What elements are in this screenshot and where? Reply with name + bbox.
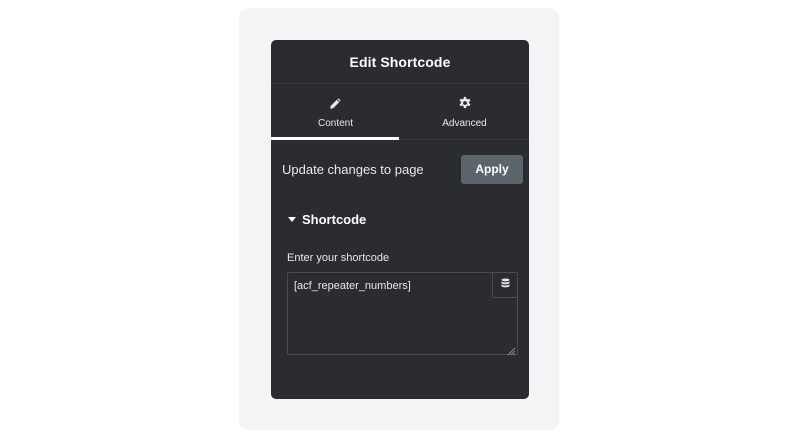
tab-advanced[interactable]: Advanced <box>400 84 529 139</box>
editor-panel: Edit Shortcode Content Advanced Update c… <box>271 40 529 399</box>
pencil-icon <box>328 95 344 111</box>
caret-down-icon <box>288 216 296 222</box>
tab-content[interactable]: Content <box>271 84 400 139</box>
apply-row: Update changes to page Apply <box>271 140 529 198</box>
shortcode-value[interactable]: [acf_repeater_numbers] <box>294 280 411 292</box>
shortcode-field-label: Enter your shortcode <box>287 252 390 264</box>
resize-handle[interactable] <box>506 343 516 356</box>
section-title: Shortcode <box>302 211 367 227</box>
panel-title: Edit Shortcode <box>349 53 451 70</box>
gear-icon <box>457 95 473 111</box>
tab-advanced-label: Advanced <box>442 118 487 129</box>
tab-bar: Content Advanced <box>271 84 529 140</box>
tab-content-label: Content <box>317 118 354 129</box>
database-icon <box>500 276 510 294</box>
shortcode-textarea[interactable]: [acf_repeater_numbers] <box>287 272 518 356</box>
panel-header: Edit Shortcode <box>271 40 529 84</box>
apply-button[interactable]: Apply <box>461 154 523 184</box>
section-toggle-shortcode[interactable]: Shortcode <box>271 198 529 240</box>
apply-description: Update changes to page <box>282 161 424 177</box>
dynamic-tags-button[interactable] <box>492 272 518 298</box>
active-tab-indicator <box>271 137 399 140</box>
